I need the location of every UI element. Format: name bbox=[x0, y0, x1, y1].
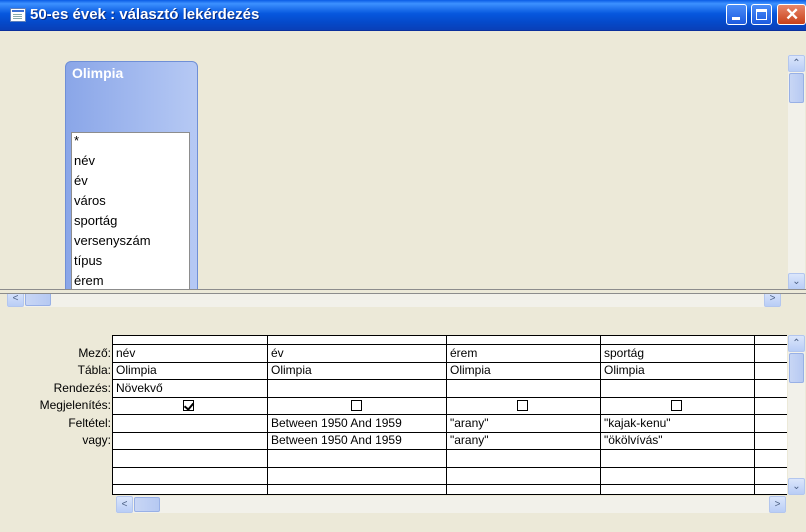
field-list-item[interactable]: érem bbox=[74, 271, 104, 291]
design-grid-pane: Mező: Tábla: Rendezés: Megjelenítés: Fel… bbox=[0, 296, 806, 532]
close-icon: ✕ bbox=[785, 5, 800, 24]
scroll-up-icon[interactable]: ⌃ bbox=[788, 55, 805, 72]
upper-vscroll-thumb[interactable] bbox=[789, 73, 804, 103]
query-design-window: 50-es évek : választó lekérdezés ✕ Olimp… bbox=[0, 0, 806, 532]
grid-column-empty[interactable] bbox=[754, 335, 787, 495]
grid-cell-criteria[interactable]: "arany" bbox=[450, 416, 489, 430]
grid-cell-table[interactable]: Olimpia bbox=[271, 363, 312, 377]
field-list-item[interactable]: * bbox=[74, 131, 79, 151]
grid-cell-or[interactable]: Between 1950 And 1959 bbox=[271, 433, 402, 447]
row-label-show: Megjelenítés: bbox=[39, 398, 111, 412]
pane-splitter[interactable] bbox=[0, 289, 806, 294]
table-pane: Olimpia * név év város sportág versenysz… bbox=[1, 31, 805, 307]
table-box-title: Olimpia bbox=[72, 65, 124, 81]
row-label-or: vagy: bbox=[82, 433, 111, 447]
field-list-item[interactable]: város bbox=[74, 191, 106, 211]
grid-column[interactable]: év Olimpia Between 1950 And 1959 Between… bbox=[267, 335, 446, 495]
lower-vscroll-thumb[interactable] bbox=[789, 353, 804, 383]
minimize-button[interactable] bbox=[726, 4, 747, 25]
field-list: * név év város sportág versenyszám típus… bbox=[71, 132, 190, 296]
grid-cell-field[interactable]: év bbox=[271, 346, 284, 360]
title-bar[interactable]: 50-es évek : választó lekérdezés ✕ bbox=[0, 0, 806, 31]
minimize-icon bbox=[732, 17, 740, 20]
grid-cell-criteria[interactable]: "kajak-kenu" bbox=[604, 416, 671, 430]
scroll-up-icon[interactable]: ⌃ bbox=[788, 335, 805, 352]
field-list-item[interactable]: típus bbox=[74, 251, 102, 271]
grid-cell-criteria[interactable]: Between 1950 And 1959 bbox=[271, 416, 402, 430]
field-list-item[interactable]: versenyszám bbox=[74, 231, 151, 251]
scroll-right-icon[interactable]: > bbox=[769, 496, 786, 513]
show-checkbox[interactable] bbox=[517, 400, 528, 411]
grid-column[interactable]: érem Olimpia "arany" "arany" bbox=[446, 335, 600, 495]
field-list-item[interactable]: év bbox=[74, 171, 88, 191]
close-button[interactable]: ✕ bbox=[777, 4, 806, 25]
grid-cell-field[interactable]: érem bbox=[450, 346, 477, 360]
show-checkbox[interactable] bbox=[183, 400, 194, 411]
grid-cell-table[interactable]: Olimpia bbox=[450, 363, 491, 377]
scroll-down-icon[interactable]: ⌄ bbox=[788, 478, 805, 495]
maximize-icon bbox=[756, 9, 767, 20]
row-label-sort: Rendezés: bbox=[53, 381, 111, 395]
lower-hscroll-thumb[interactable] bbox=[134, 497, 160, 512]
query-window-icon[interactable] bbox=[10, 8, 26, 22]
grid-cell-field[interactable]: sportág bbox=[604, 346, 644, 360]
maximize-button[interactable] bbox=[751, 4, 772, 25]
scroll-down-icon[interactable]: ⌄ bbox=[788, 273, 805, 290]
field-list-item[interactable]: név bbox=[74, 151, 95, 171]
grid-column[interactable]: sportág Olimpia "kajak-kenu" "ökölvívás" bbox=[600, 335, 754, 495]
field-list-item[interactable]: sportág bbox=[74, 211, 117, 231]
grid-column[interactable]: név Olimpia Növekvő bbox=[112, 335, 267, 495]
grid-cell-table[interactable]: Olimpia bbox=[604, 363, 645, 377]
grid-cell-sort[interactable]: Növekvő bbox=[116, 381, 163, 395]
upper-vertical-scrollbar[interactable]: ⌃ ⌄ bbox=[788, 55, 805, 290]
lower-vertical-scrollbar[interactable]: ⌃ ⌄ bbox=[788, 335, 805, 495]
grid-cell-table[interactable]: Olimpia bbox=[116, 363, 157, 377]
lower-horizontal-scrollbar[interactable]: < > bbox=[116, 496, 786, 513]
grid-cell-or[interactable]: "arany" bbox=[450, 433, 489, 447]
table-box-olimpia[interactable]: Olimpia * név év város sportág versenysz… bbox=[65, 61, 198, 301]
row-label-field: Mező: bbox=[78, 346, 111, 360]
show-checkbox[interactable] bbox=[351, 400, 362, 411]
scroll-left-icon[interactable]: < bbox=[116, 496, 133, 513]
grid-cell-or[interactable]: "ökölvívás" bbox=[604, 433, 663, 447]
design-grid: név Olimpia Növekvő év Olimpia Between 1… bbox=[112, 335, 787, 495]
grid-cell-field[interactable]: név bbox=[116, 346, 135, 360]
row-label-table: Tábla: bbox=[77, 363, 111, 377]
row-label-criteria: Feltétel: bbox=[68, 416, 111, 430]
window-title: 50-es évek : választó lekérdezés bbox=[30, 6, 260, 23]
show-checkbox[interactable] bbox=[671, 400, 682, 411]
